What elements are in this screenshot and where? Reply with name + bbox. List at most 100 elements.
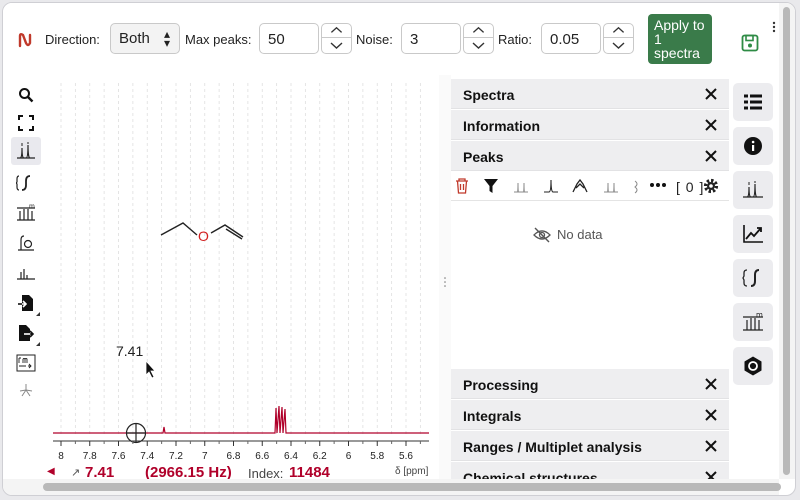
- max-peaks-label: Max peaks:: [185, 32, 252, 47]
- spectra-panel-button[interactable]: [733, 83, 773, 121]
- multiplet-tool[interactable]: m: [11, 199, 41, 227]
- zero-filling-icon: [18, 235, 34, 251]
- trash-icon[interactable]: [455, 177, 469, 195]
- save-icon[interactable]: [741, 34, 759, 52]
- apply-button[interactable]: Apply to 1 spectra: [648, 14, 712, 64]
- peaks-toggle-icon[interactable]: [513, 177, 529, 195]
- drag-handle-icon[interactable]: [444, 277, 446, 287]
- left-toolbar: m: [9, 81, 43, 411]
- direction-select[interactable]: Both ▴ ▾: [110, 23, 180, 54]
- chemical-structures-panel-button[interactable]: [733, 347, 773, 385]
- zero-filling-tool[interactable]: [11, 229, 41, 257]
- peak-shape-icon[interactable]: [543, 177, 559, 195]
- search-icon: [19, 88, 34, 103]
- chevron-down-icon[interactable]: [604, 39, 633, 53]
- panel-title: Spectra: [463, 87, 515, 103]
- x-tick-label: 6.8: [227, 451, 241, 462]
- ratio-label: Ratio:: [498, 32, 532, 47]
- close-icon[interactable]: [705, 119, 717, 131]
- multiplet-analysis-icon: m: [743, 312, 763, 331]
- gear-icon[interactable]: [702, 177, 720, 195]
- no-data-message: No data: [557, 227, 603, 242]
- right-toolbar: m: [733, 81, 773, 411]
- filter-icon[interactable]: [483, 177, 499, 195]
- panel-header-processing[interactable]: Processing: [451, 369, 729, 399]
- peaks-shift-icon[interactable]: [631, 177, 643, 195]
- processing-panel-button[interactable]: [733, 215, 773, 253]
- x-tick-label: 7: [202, 451, 208, 462]
- position-marker-icon: ◀: [47, 466, 55, 477]
- side-panels: Spectra Information Peaks [ 0 ] No data: [451, 75, 729, 492]
- panel-header-ranges[interactable]: Ranges / Multiplet analysis: [451, 431, 729, 461]
- phase-correction-icon: [16, 354, 36, 372]
- peaks-sum-icon[interactable]: [603, 177, 619, 195]
- peak-count: [ 0 ]: [676, 179, 705, 195]
- panel-header-spectra[interactable]: Spectra: [451, 79, 729, 109]
- panel-header-integrals[interactable]: Integrals: [451, 400, 729, 430]
- panel-header-information[interactable]: Information: [451, 110, 729, 140]
- ratio-input[interactable]: 0.05: [541, 23, 601, 54]
- close-icon[interactable]: [705, 409, 717, 421]
- panel-title: Processing: [463, 377, 539, 393]
- close-icon[interactable]: [705, 150, 717, 162]
- close-icon[interactable]: [705, 440, 717, 452]
- more-icon[interactable]: [772, 21, 776, 33]
- panel-splitter[interactable]: [439, 75, 451, 485]
- app-window: Direction: Both ▴ ▾ Max peaks: 50 Noise: …: [2, 2, 796, 496]
- zoom-tool[interactable]: [11, 81, 41, 109]
- full-zoom-out-tool[interactable]: [11, 109, 41, 137]
- x-tick-label: 7.6: [112, 451, 126, 462]
- phase-correction-tool[interactable]: [11, 349, 41, 377]
- horizontal-scroll-thumb[interactable]: [43, 483, 781, 491]
- baseline-tool[interactable]: [11, 259, 41, 287]
- export-tool[interactable]: [11, 319, 41, 347]
- spectrum-plot[interactable]: O 7.41 8 7.8 7.6 7.4 7.2 7 6.8 6.6 6.4 6.2 6 5.8 5.6: [43, 75, 439, 463]
- max-peaks-stepper[interactable]: [321, 23, 352, 54]
- integral-tool[interactable]: [11, 169, 41, 197]
- status-unit-label: δ [ppm]: [395, 466, 429, 477]
- apodization-tool[interactable]: [11, 377, 41, 405]
- chevron-down-icon[interactable]: [322, 39, 351, 53]
- spectrum-viewer[interactable]: O 7.41 8 7.8 7.6 7.4 7.2 7 6.8 6.6 6.4 6.2 6 5.8 5.6: [43, 75, 439, 463]
- x-tick-label: 7.2: [169, 451, 183, 462]
- noise-stepper[interactable]: [463, 23, 494, 54]
- svg-text:m: m: [29, 204, 35, 210]
- grid-lines: [60, 83, 421, 437]
- nmrium-logo-icon: [18, 33, 32, 48]
- chevron-down-icon[interactable]: [464, 39, 493, 53]
- multiplet-icon: m: [17, 204, 35, 221]
- submenu-indicator: [36, 342, 40, 346]
- multiplet-panel-button[interactable]: m: [733, 303, 773, 341]
- svg-text:m: m: [756, 312, 763, 319]
- apodization-icon: [19, 384, 33, 397]
- ppm-unit-icon: ↗: [71, 467, 81, 479]
- x-tick-label: 5.8: [370, 451, 384, 462]
- molecule-structure[interactable]: O: [160, 222, 244, 244]
- peaks-toolbar: [ 0 ]: [451, 173, 729, 201]
- peaks-panel-button[interactable]: [733, 171, 773, 209]
- panel-header-peaks[interactable]: Peaks: [451, 141, 729, 171]
- x-tick-label: 6: [346, 451, 352, 462]
- chevron-up-icon[interactable]: [604, 24, 633, 38]
- x-tick-label: 6.4: [284, 451, 298, 462]
- close-icon[interactable]: [705, 378, 717, 390]
- information-panel-button[interactable]: [733, 127, 773, 165]
- peak-picking-icon: [17, 142, 35, 159]
- noise-label: Noise:: [356, 32, 393, 47]
- vertical-scroll-thumb[interactable]: [783, 7, 790, 475]
- import-tool[interactable]: [11, 289, 41, 317]
- integrals-panel-button[interactable]: [733, 259, 773, 297]
- integrals-icon: [742, 269, 760, 287]
- chevron-up-icon[interactable]: [464, 24, 493, 38]
- max-peaks-input[interactable]: 50: [259, 23, 319, 54]
- noise-input[interactable]: 3: [401, 23, 461, 54]
- horizontal-scrollbar[interactable]: [3, 479, 781, 495]
- spectrum-line: [53, 405, 429, 434]
- ratio-stepper[interactable]: [603, 23, 634, 54]
- peak-picking-tool[interactable]: [11, 137, 41, 165]
- more-options-icon[interactable]: [649, 182, 667, 188]
- close-icon[interactable]: [705, 88, 717, 100]
- chevron-up-icon[interactable]: [322, 24, 351, 38]
- optimize-peaks-icon[interactable]: [572, 177, 588, 195]
- vertical-scrollbar[interactable]: [779, 3, 795, 479]
